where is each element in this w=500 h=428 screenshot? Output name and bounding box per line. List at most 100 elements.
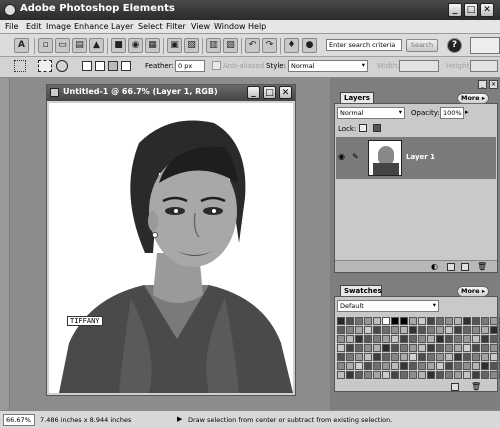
- swatch[interactable]: [454, 317, 462, 325]
- width-input[interactable]: [399, 60, 439, 72]
- app-icon[interactable]: [4, 4, 16, 16]
- text-tool-icon[interactable]: A: [14, 38, 29, 53]
- swatch[interactable]: [355, 317, 363, 325]
- document-minimize-icon[interactable]: _: [247, 86, 260, 99]
- swatch[interactable]: [391, 335, 399, 343]
- document-title-bar[interactable]: Untitled-1 @ 66.7% (Layer 1, RGB) _ □ ✕: [47, 85, 295, 101]
- swatch[interactable]: [391, 344, 399, 352]
- swatch[interactable]: [364, 353, 372, 361]
- swatch[interactable]: [373, 362, 381, 370]
- palette-minimize-icon[interactable]: _: [478, 80, 487, 89]
- swatch[interactable]: [355, 326, 363, 334]
- swatch[interactable]: [409, 371, 417, 379]
- swatch[interactable]: [346, 344, 354, 352]
- swatch[interactable]: [355, 362, 363, 370]
- swatch[interactable]: [382, 371, 390, 379]
- swatch[interactable]: [472, 317, 480, 325]
- swatch[interactable]: [472, 326, 480, 334]
- print-online-icon[interactable]: ▨: [223, 38, 238, 53]
- height-input[interactable]: [470, 60, 498, 72]
- swatch-grid[interactable]: [337, 317, 500, 379]
- adjustment-layer-icon[interactable]: ◐: [431, 262, 438, 271]
- lock-all-icon[interactable]: [373, 124, 381, 132]
- swatch[interactable]: [472, 344, 480, 352]
- swatch[interactable]: [436, 335, 444, 343]
- tool-preset-icon[interactable]: [14, 60, 26, 72]
- search-input[interactable]: Enter search criteria: [326, 39, 402, 51]
- swatch[interactable]: [427, 371, 435, 379]
- swatch[interactable]: [481, 344, 489, 352]
- swatch[interactable]: [436, 344, 444, 352]
- status-arrow-icon[interactable]: ▶: [177, 415, 182, 423]
- swatch[interactable]: [364, 317, 372, 325]
- swatch[interactable]: [391, 353, 399, 361]
- swatch[interactable]: [373, 371, 381, 379]
- swatch[interactable]: [373, 335, 381, 343]
- swatch[interactable]: [427, 362, 435, 370]
- swatch[interactable]: [382, 362, 390, 370]
- maximize-icon[interactable]: □: [464, 3, 478, 17]
- swatch[interactable]: [391, 317, 399, 325]
- swatch[interactable]: [490, 344, 498, 352]
- swatch[interactable]: [373, 326, 381, 334]
- swatch[interactable]: [409, 362, 417, 370]
- online-services-icon[interactable]: ▥: [206, 38, 221, 53]
- opacity-input[interactable]: 100%: [440, 107, 464, 119]
- rectangular-marquee-icon[interactable]: [38, 60, 52, 72]
- swatch[interactable]: [391, 371, 399, 379]
- swatch[interactable]: [463, 344, 471, 352]
- swatch[interactable]: [490, 371, 498, 379]
- swatch[interactable]: [454, 362, 462, 370]
- swatch[interactable]: [400, 326, 408, 334]
- swatch[interactable]: [409, 317, 417, 325]
- swatch[interactable]: [337, 335, 345, 343]
- menu-edit[interactable]: Edit: [26, 22, 42, 31]
- menu-help[interactable]: Help: [248, 22, 266, 31]
- swatch[interactable]: [463, 335, 471, 343]
- menu-image[interactable]: Image: [46, 22, 71, 31]
- swatch[interactable]: [391, 362, 399, 370]
- anti-aliased-checkbox[interactable]: [212, 61, 221, 70]
- swatch[interactable]: [481, 335, 489, 343]
- swatch[interactable]: [337, 353, 345, 361]
- swatch[interactable]: [463, 353, 471, 361]
- swatch[interactable]: [364, 371, 372, 379]
- swatch[interactable]: [445, 326, 453, 334]
- swatch[interactable]: [463, 317, 471, 325]
- swatch[interactable]: [355, 371, 363, 379]
- menu-select[interactable]: Select: [138, 22, 163, 31]
- menu-file[interactable]: File: [5, 22, 18, 31]
- duplicate-layer-icon[interactable]: [461, 263, 469, 271]
- swatch[interactable]: [481, 326, 489, 334]
- step-forward-icon[interactable]: ↷: [262, 38, 277, 53]
- swatch[interactable]: [364, 326, 372, 334]
- blend-mode-select[interactable]: Normal ▾: [337, 107, 405, 119]
- swatch[interactable]: [418, 371, 426, 379]
- print-icon[interactable]: ▣: [167, 38, 182, 53]
- import-icon[interactable]: ▤: [72, 38, 87, 53]
- swatch[interactable]: [364, 362, 372, 370]
- menu-view[interactable]: View: [191, 22, 210, 31]
- menu-layer[interactable]: Layer: [111, 22, 133, 31]
- swatch[interactable]: [445, 371, 453, 379]
- microphone-icon[interactable]: ♦: [284, 38, 299, 53]
- swatch[interactable]: [445, 362, 453, 370]
- swatch[interactable]: [481, 371, 489, 379]
- swatch[interactable]: [490, 335, 498, 343]
- swatch[interactable]: [481, 353, 489, 361]
- swatch[interactable]: [418, 353, 426, 361]
- menu-filter[interactable]: Filter: [166, 22, 186, 31]
- swatch[interactable]: [436, 326, 444, 334]
- swatches-more-button[interactable]: More ▸: [457, 286, 490, 297]
- palette-well-icon[interactable]: [470, 37, 500, 54]
- layers-more-button[interactable]: More ▸: [457, 93, 490, 104]
- subtract-from-selection-icon[interactable]: [108, 61, 118, 71]
- swatch[interactable]: [364, 344, 372, 352]
- color-variations-icon[interactable]: ●: [302, 38, 317, 53]
- swatch[interactable]: [382, 353, 390, 361]
- scanner-icon[interactable]: ▲: [89, 38, 104, 53]
- new-file-icon[interactable]: ▫: [38, 38, 53, 53]
- swatch[interactable]: [454, 371, 462, 379]
- style-select[interactable]: Normal ▾: [288, 60, 368, 72]
- swatch[interactable]: [427, 317, 435, 325]
